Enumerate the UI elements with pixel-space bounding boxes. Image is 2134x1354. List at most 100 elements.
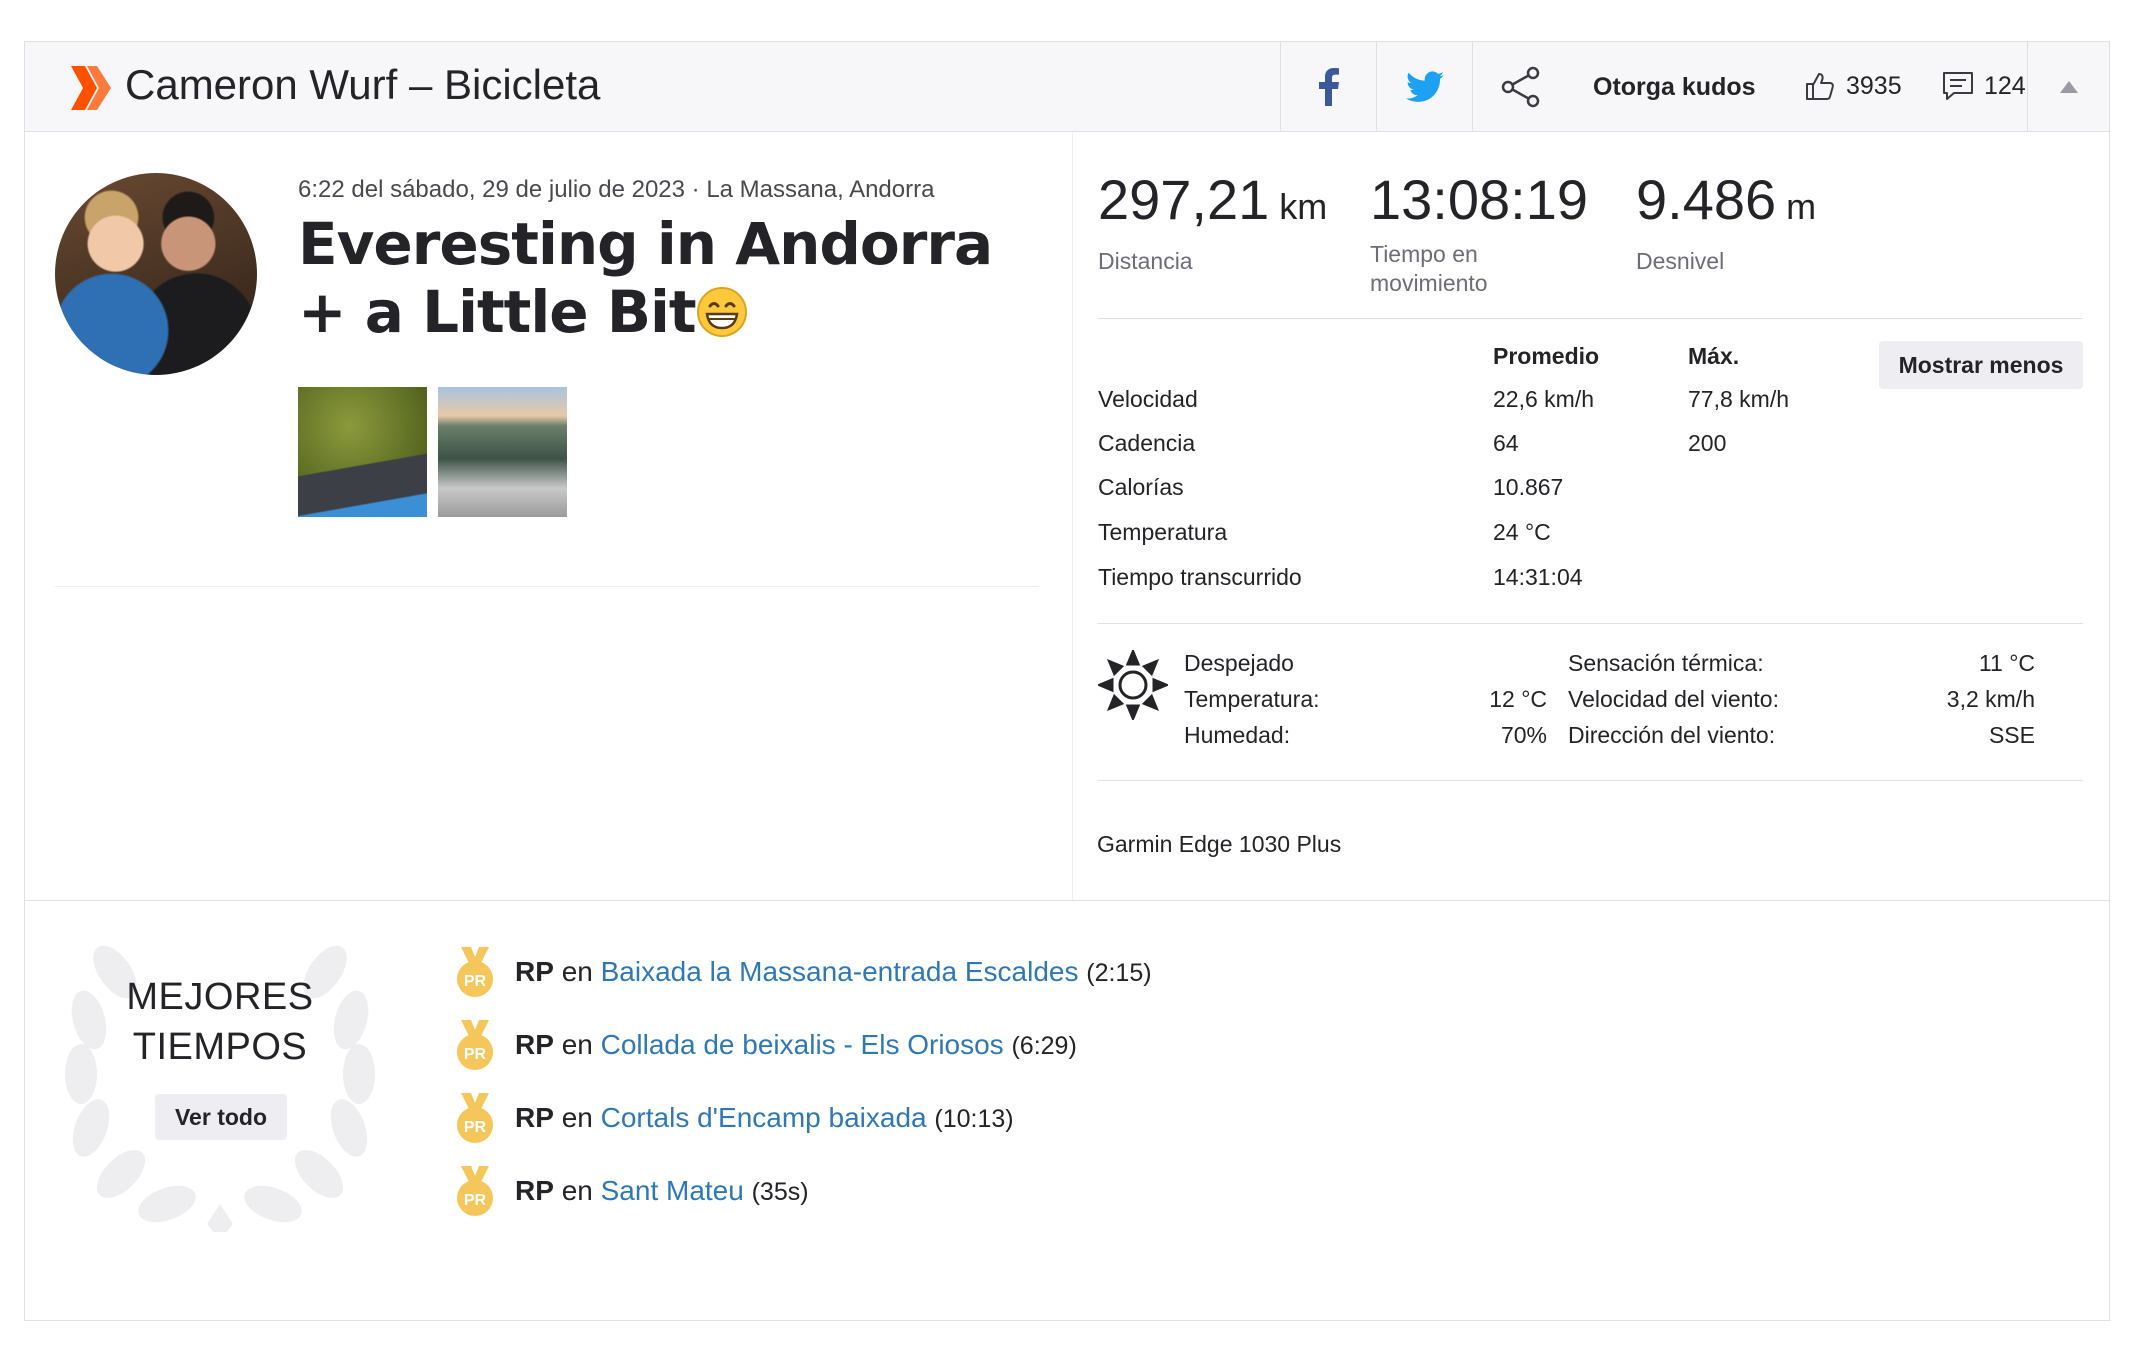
device-name: Garmin Edge 1030 Plus [1097,831,1342,857]
table-row: Temperatura 24 °C [1098,519,1798,553]
kudos-count[interactable]: 3935 [1804,66,1902,106]
pr-medal-icon: PR [457,1166,493,1216]
weather-temp-value: 12 °C [1489,686,1547,712]
pr-item: PR RP en Cortals d'Encamp baixada (10:13… [453,1090,1014,1146]
facebook-share-button[interactable] [1280,42,1376,131]
pr-item: PR RP en Baixada la Massana-entrada Esca… [453,944,1152,1000]
pr-medal-text: PR [464,1046,487,1063]
pr-medal-text: PR [464,1192,487,1209]
comments-count[interactable]: 124 [1942,66,2026,106]
wind-direction-label: Dirección del viento: [1568,722,1776,748]
row-label: Calorías [1098,474,1184,500]
row-average: 24 °C [1493,519,1551,545]
activity-card: Cameron Wurf – Bicicleta Otorga kudos 39… [24,41,2110,1321]
elevation-label: Desnivel [1636,248,1725,274]
pr-badge: RP [515,956,554,987]
comment-icon [1943,72,1973,100]
pr-medal-icon: PR [457,1020,493,1070]
table-row: Tiempo transcurrido 14:31:04 [1098,564,1798,598]
activity-photo-1[interactable] [298,387,427,517]
table-row: Cadencia 64 200 [1098,430,1798,464]
best-efforts-title: MEJORES TIEMPOS [126,976,314,1068]
weather-humidity-value: 70% [1500,722,1547,748]
weather-condition: Despejado [1184,650,1294,676]
row-label: Velocidad [1098,386,1198,412]
weather-humidity-label: Humedad: [1184,722,1291,748]
give-kudos-button[interactable]: Otorga kudos [1593,70,1756,104]
row-average: 22,6 km/h [1493,386,1594,412]
activity-title: Everesting in Andorra + a Little Bit [298,210,993,346]
pr-badge: RP [515,1029,554,1060]
row-average: 14:31:04 [1493,564,1583,590]
row-max: 77,8 km/h [1688,386,1789,412]
share-button[interactable] [1472,42,1568,131]
laurel-icon [65,945,375,1232]
weather-temp-label: Temperatura: [1184,686,1320,712]
row-average: 10.867 [1493,474,1564,500]
pr-item: PR RP en Sant Mateu (35s) [453,1163,809,1219]
show-less-button[interactable]: Mostrar menos [1879,341,2083,389]
average-header: Promedio [1493,343,1600,369]
row-average: 64 [1493,430,1519,456]
pr-connector: en [561,1102,593,1133]
activity-header: Cameron Wurf – Bicicleta Otorga kudos 39… [25,42,2109,132]
wind-speed-value: 3,2 km/h [1946,686,2035,712]
table-row: Calorías 10.867 [1098,474,1798,508]
table-row: Velocidad 22,6 km/h 77,8 km/h [1098,386,1798,420]
share-icon [1501,66,1539,107]
wind-direction-value: SSE [1988,722,2035,748]
moving-time-stat: 13:08:19 Tiempo en movimiento [1370,170,1600,298]
segment-link[interactable]: Cortals d'Encamp baixada [601,1102,927,1133]
pr-time: (35s) [751,1178,809,1206]
distance-label: Distancia [1098,248,1193,274]
twitter-icon [1405,70,1444,102]
stats-divider [1098,318,2083,319]
thumbs-up-icon [1806,73,1834,100]
elevation-stat: 9.486 m Desnivel [1636,170,1816,276]
kudos-count-value: 3935 [1846,71,1902,100]
elevation-value: 9.486 [1636,168,1777,231]
distance-value: 297,21 [1098,168,1270,231]
activity-date-location: 6:22 del sábado, 29 de julio de 2023 · L… [298,176,935,203]
segment-link[interactable]: Collada de beixalis - Els Oriosos [601,1029,1004,1060]
sun-icon [1098,650,1168,720]
row-label: Tiempo transcurrido [1098,564,1302,590]
pr-time: (6:29) [1011,1032,1077,1060]
strava-logo-icon[interactable] [71,66,113,110]
twitter-share-button[interactable] [1376,42,1472,131]
page-title: Cameron Wurf – Bicicleta [125,61,601,108]
athlete-avatar[interactable] [55,173,257,375]
pr-time: (2:15) [1086,959,1152,987]
grinning-face-icon [696,287,747,337]
pr-time: (10:13) [934,1105,1014,1133]
activity-photo-2[interactable] [438,387,567,517]
facebook-icon [1318,67,1339,106]
row-label: Cadencia [1098,430,1196,456]
pr-connector: en [561,1175,593,1206]
pr-badge: RP [515,1175,554,1206]
max-header: Máx. [1688,343,1740,369]
table-divider [1098,623,2083,624]
pr-connector: en [561,1029,593,1060]
collapse-button[interactable] [2027,42,2109,131]
pr-connector: en [561,956,593,987]
distance-stat: 297,21 km Distancia [1098,170,1327,276]
pr-medal-icon: PR [457,947,493,997]
row-label: Temperatura [1098,519,1228,545]
pr-medal-text: PR [464,1119,487,1136]
pr-medal-icon: PR [457,1093,493,1143]
weather-divider [1098,780,2083,781]
wind-speed-label: Velocidad del viento: [1568,686,1779,712]
column-divider [1072,132,1073,900]
see-all-button[interactable]: Ver todo [155,1094,287,1140]
elevation-unit: m [1786,186,1817,227]
feels-like-label: Sensación térmica: [1568,650,1764,676]
pr-medal-text: PR [464,973,487,990]
left-divider [55,586,1039,587]
feels-like-value: 11 °C [1978,650,2035,676]
caret-up-icon [2059,80,2078,93]
segment-link[interactable]: Sant Mateu [601,1175,744,1206]
moving-time-value: 13:08:19 [1370,168,1588,231]
segment-link[interactable]: Baixada la Massana-entrada Escaldes [601,956,1079,987]
row-max: 200 [1688,430,1727,456]
